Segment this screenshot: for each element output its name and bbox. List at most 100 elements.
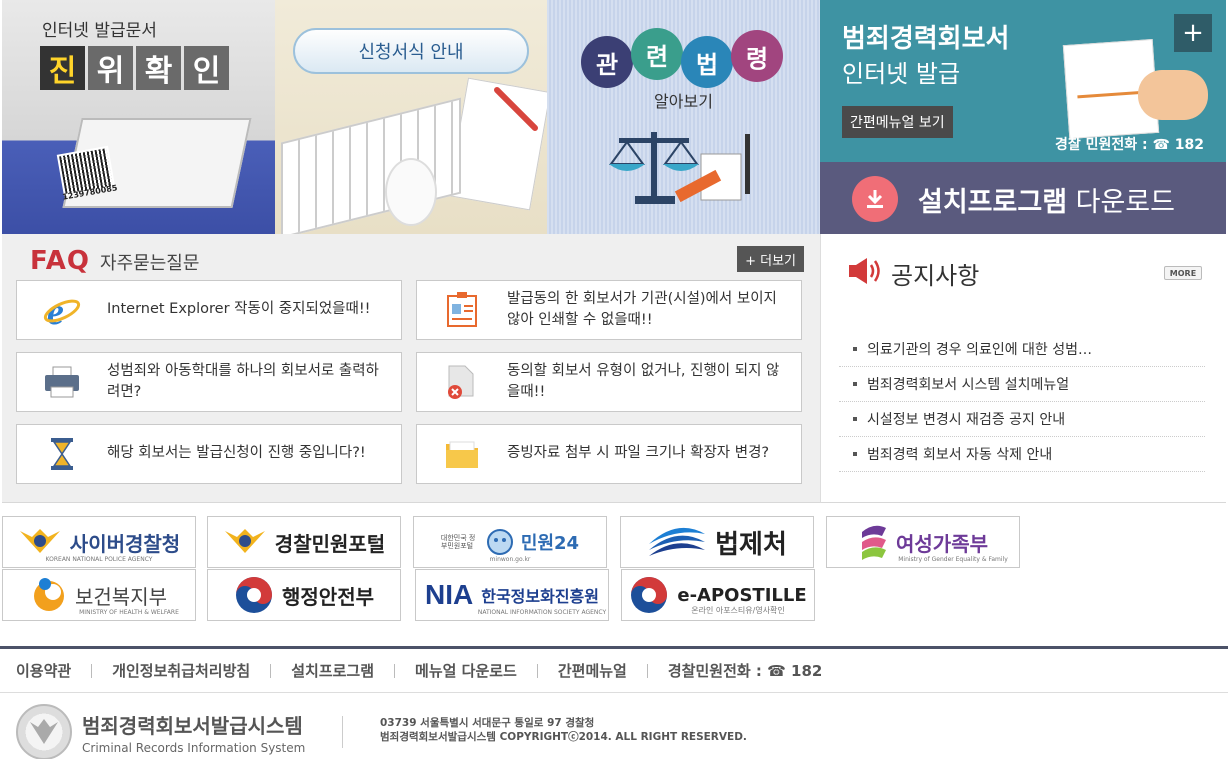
police-phone-text: 경찰 민원전화 : ☎ 182: [1054, 137, 1204, 153]
footer-link-install[interactable]: 설치프로그램: [291, 660, 374, 681]
faq-item-text: 성범죄와 아동학대를 하나의 회보서로 출력하려면?: [107, 362, 379, 400]
taegeuk-icon: [236, 577, 272, 613]
footer-link-terms[interactable]: 이용약관: [16, 660, 71, 681]
footer-separator: [394, 663, 396, 678]
footer-links: 이용약관 개인정보취급처리방침 설치프로그램 메뉴얼 다운로드 간편메뉴얼 경찰…: [0, 649, 1228, 693]
footer-separator: [91, 663, 93, 678]
faq-title-en: FAQ: [30, 246, 91, 276]
scale-of-justice-icon: [609, 132, 750, 204]
related-laws-banner[interactable]: 관 련 법 령 알아보기: [547, 0, 820, 234]
internet-issuance-banner: 범죄경력회보서 인터넷 발급 + 간편메뉴얼 보기 경찰 민원전화 : ☎ 18…: [820, 0, 1226, 162]
internet-explorer-icon: e: [17, 292, 107, 328]
notice-title: 공지사항: [891, 262, 980, 290]
faq-title-ko: 자주묻는질문: [100, 253, 200, 274]
site-subname: KOREAN NATIONAL POLICE AGENCY: [45, 556, 153, 563]
faq-item[interactable]: e Internet Explorer 작동이 중지되었을때!!: [16, 280, 402, 340]
minwon24-link[interactable]: 대한민국 정부민원포털 민원24 minwon.go.kr: [413, 516, 607, 568]
footer-link-manual-download[interactable]: 메뉴얼 다운로드: [415, 660, 517, 681]
hand-illustration: [1138, 70, 1208, 120]
site-name: 경찰민원포털: [274, 531, 386, 556]
faq-heading: FAQ 자주묻는질문: [30, 246, 199, 276]
faq-item-text: 해당 회보서는 발급신청이 진행 중입니다?!: [107, 445, 366, 462]
internet-issuance-subtitle: 인터넷 발급: [842, 60, 961, 88]
verify-title-char: 진: [40, 46, 85, 90]
plus-icon[interactable]: +: [1174, 14, 1212, 52]
site-prefix: 대한민국 정부민원포털: [440, 533, 476, 550]
site-name: 여성가족부: [896, 531, 988, 556]
keyboard-illustration: [281, 97, 461, 234]
quick-guide-button[interactable]: 간편메뉴얼 보기: [842, 106, 953, 138]
footer-link-quick-manual[interactable]: 간편메뉴얼: [558, 660, 627, 681]
footer-address: 03739 서울특별시 서대문구 통일로 97 경찰청: [380, 717, 595, 729]
verify-banner-title: 진 위 확 인: [40, 46, 229, 90]
site-name: 민원24: [520, 533, 580, 554]
faq-item-text: 증빙자료 첨부 시 파일 크기나 확장자 변경?: [507, 445, 770, 462]
faq-item[interactable]: 해당 회보서는 발급신청이 진행 중입니다?!: [16, 424, 402, 484]
related-laws-subtitle: 알아보기: [654, 92, 713, 111]
faq-item[interactable]: 성범죄와 아동학대를 하나의 회보서로 출력하려면?: [16, 352, 402, 412]
faq-more-button[interactable]: + 더보기: [737, 246, 804, 272]
verify-title-char: 위: [88, 46, 133, 90]
folder-icon: [417, 438, 507, 470]
site-name: 보건복지부: [75, 584, 167, 609]
site-name: 사이버경찰청: [69, 531, 181, 556]
footer-copyright: 범죄경력회보서발급시스템 COPYRIGHTⓒ2014. ALL RIGHT R…: [380, 731, 747, 744]
footer-separator: [646, 663, 648, 678]
install-program-download-button[interactable]: 설치프로그램 다운로드: [820, 162, 1226, 234]
cyber-police-link[interactable]: 사이버경찰청 KOREAN NATIONAL POLICE AGENCY: [2, 516, 196, 568]
moleg-link[interactable]: 법제처: [620, 516, 814, 568]
top-banners: 인터넷 발급문서 진 위 확 인 1239780085 신청서식 안내 관 련 …: [0, 0, 1228, 234]
internet-issuance-title: 범죄경력회보서: [842, 24, 1010, 54]
notice-item[interactable]: 범죄경력 회보서 자동 삭제 안내: [839, 437, 1205, 472]
hourglass-icon: [17, 437, 107, 471]
verify-banner-subtitle: 인터넷 발급문서: [42, 21, 157, 41]
moleg-logo-icon: [649, 527, 706, 556]
police-civil-portal-link[interactable]: 경찰민원포털: [207, 516, 401, 568]
site-subname: minwon.go.kr: [489, 556, 531, 563]
bullet-icon: [853, 417, 857, 421]
nia-logo-icon: NIA: [425, 579, 474, 610]
faq-item[interactable]: 동의할 회보서 유형이 없거나, 진행이 되지 않을때!!: [416, 352, 802, 412]
bullet-icon: [853, 452, 857, 456]
e-apostille-link[interactable]: e-APOSTILLE 온라인 아포스티유/영사확인: [621, 569, 815, 621]
mohw-link[interactable]: 보건복지부 MINISTRY OF HEALTH & WELFARE: [2, 569, 196, 621]
nia-link[interactable]: NIA 한국정보화진흥원 NATIONAL INFORMATION SOCIET…: [415, 569, 609, 621]
notice-item[interactable]: 범죄경력회보서 시스템 설치메뉴얼: [839, 367, 1205, 402]
notice-item-text: 의료기관의 경우 의료인에 대한 성범…: [867, 342, 1092, 358]
site-subname: MINISTRY OF HEALTH & WELFARE: [79, 609, 179, 616]
faq-item[interactable]: 증빙자료 첨부 시 파일 크기나 확장자 변경?: [416, 424, 802, 484]
notice-item-text: 시설정보 변경시 재검증 공지 안내: [867, 412, 1066, 428]
bullet-icon: [853, 382, 857, 386]
download-label: 설치프로그램 다운로드: [918, 187, 1175, 218]
notice-more-button[interactable]: MORE: [1164, 266, 1202, 280]
footer-separator: [270, 663, 272, 678]
police-emblem-icon: [19, 529, 60, 553]
laws-title-char: 관: [581, 36, 633, 88]
mois-link[interactable]: 행정안전부: [207, 569, 401, 621]
notice-item[interactable]: 시설정보 변경시 재검증 공지 안내: [839, 402, 1205, 437]
laws-title-char: 법: [681, 36, 733, 88]
notice-item-text: 범죄경력회보서 시스템 설치메뉴얼: [867, 377, 1070, 393]
notice-list: 의료기관의 경우 의료인에 대한 성범… 범죄경력회보서 시스템 설치메뉴얼 시…: [839, 332, 1205, 472]
footer-link-privacy[interactable]: 개인정보취급처리방침: [112, 660, 250, 681]
related-laws-title: 관 련 법 령: [581, 28, 791, 88]
verify-title-char: 인: [184, 46, 229, 90]
site-name: 행정안전부: [282, 584, 374, 609]
police-emblem-icon: [16, 704, 72, 759]
brand-name-ko: 범죄경력회보서발급시스템: [82, 713, 303, 738]
footer-brand: 범죄경력회보서발급시스템 Criminal Records Informatio…: [16, 704, 305, 759]
pen-illustration: [494, 87, 538, 131]
application-forms-banner[interactable]: 신청서식 안내: [275, 0, 547, 234]
faq-item[interactable]: 발급동의 한 회보서가 기관(시설)에서 보이지 않아 인쇄할 수 없을때!!: [416, 280, 802, 340]
minwon-mascot-icon: [486, 529, 513, 555]
notice-item[interactable]: 의료기관의 경우 의료인에 대한 성범…: [839, 332, 1205, 367]
site-subname: 온라인 아포스티유/영사확인: [691, 606, 785, 615]
site-name: 법제처: [715, 529, 787, 560]
faq-section: FAQ 자주묻는질문 + 더보기 e Internet Explorer 작동이…: [2, 234, 820, 503]
mogef-link[interactable]: 여성가족부 Ministry of Gender Equality & Fami…: [826, 516, 1020, 568]
verify-document-banner[interactable]: 인터넷 발급문서 진 위 확 인 1239780085: [2, 0, 275, 234]
laws-title-char: 련: [631, 28, 683, 80]
footer-police-phone: 경찰민원전화 : ☎ 182: [667, 662, 823, 680]
download-icon: [852, 176, 898, 222]
megaphone-icon: [849, 258, 880, 284]
